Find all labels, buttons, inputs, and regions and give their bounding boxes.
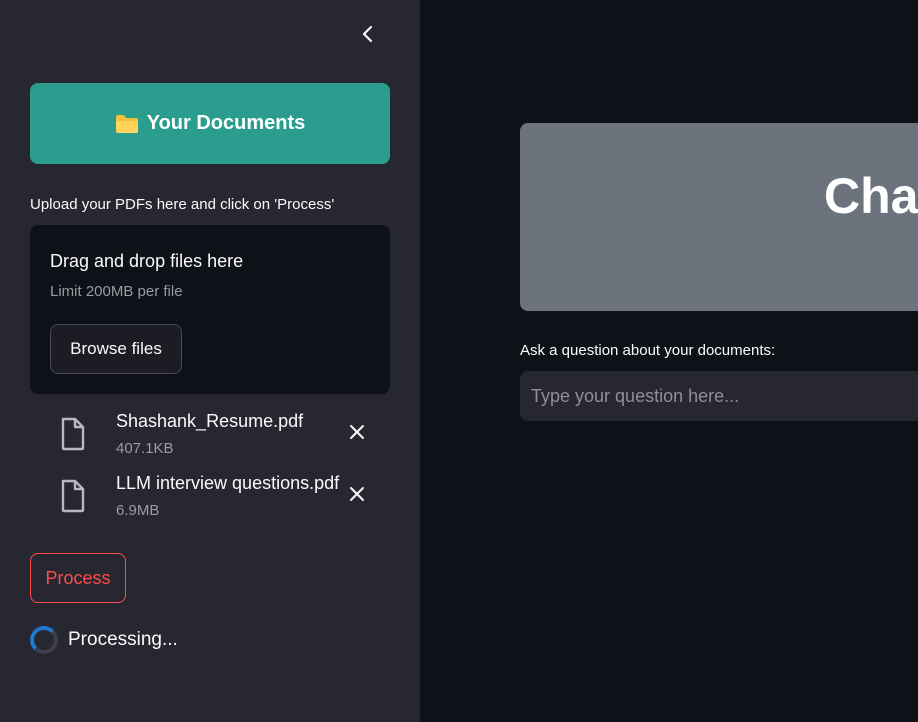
sidebar-header-title: Your Documents <box>146 112 306 134</box>
process-button[interactable]: Process <box>30 553 126 603</box>
uploaded-file-item: LLM interview questions.pdf 6.9MB <box>58 473 378 525</box>
page-title: Chat with PDFs <box>824 168 918 224</box>
question-label: Ask a question about your documents: <box>520 342 776 359</box>
dropzone-limit: Limit 200MB per file <box>50 283 183 300</box>
remove-file-button[interactable] <box>346 483 368 505</box>
processing-text: Processing... <box>68 629 178 650</box>
documents-header-card: Your Documents <box>30 83 390 164</box>
upload-label: Upload your PDFs here and click on 'Proc… <box>30 196 335 213</box>
uploaded-file-item: Shashank_Resume.pdf 407.1KB <box>58 411 378 463</box>
dropzone-title: Drag and drop files here <box>50 251 244 271</box>
spinner-icon <box>30 626 58 654</box>
question-input[interactable] <box>520 371 918 421</box>
processing-status: Processing... <box>30 625 178 655</box>
file-dropzone[interactable]: Drag and drop files here Limit 200MB per… <box>30 225 390 394</box>
browse-files-button[interactable]: Browse files <box>50 324 182 374</box>
folder-icon <box>115 114 138 133</box>
file-name: Shashank_Resume.pdf <box>116 411 304 431</box>
title-banner: Chat with PDFs <box>520 123 918 311</box>
close-icon <box>350 425 364 439</box>
file-icon <box>61 479 85 513</box>
file-size: 407.1KB <box>116 440 174 457</box>
close-icon <box>350 487 364 501</box>
sidebar: Your Documents Upload your PDFs here and… <box>0 0 420 722</box>
chevron-left-icon <box>362 25 373 43</box>
remove-file-button[interactable] <box>346 421 368 443</box>
file-size: 6.9MB <box>116 502 160 519</box>
app-window: Your Documents Upload your PDFs here and… <box>0 0 918 722</box>
file-icon <box>61 417 85 451</box>
collapse-sidebar-button[interactable] <box>354 20 382 48</box>
file-name: LLM interview questions.pdf <box>116 473 340 493</box>
main-content: Chat with PDFs Ask a question about your… <box>420 0 918 722</box>
